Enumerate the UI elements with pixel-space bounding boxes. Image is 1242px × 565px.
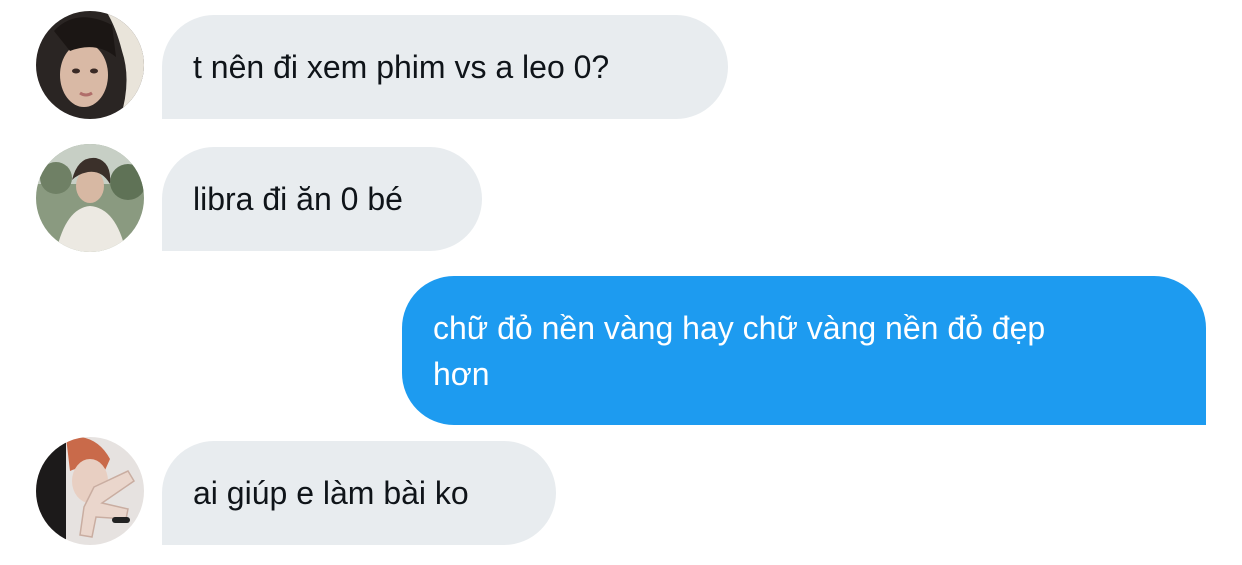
message-text: t nên đi xem phim vs a leo 0? bbox=[193, 49, 610, 85]
incoming-message-bubble[interactable]: libra đi ăn 0 bé bbox=[162, 147, 482, 251]
avatar-photo bbox=[36, 11, 144, 119]
message-text: ai giúp e làm bài ko bbox=[193, 475, 469, 511]
incoming-message-bubble[interactable]: ai giúp e làm bài ko bbox=[162, 441, 556, 545]
message-thread: t nên đi xem phim vs a leo 0? libra đi ă… bbox=[0, 0, 1242, 565]
message-text-line: hơn bbox=[433, 356, 490, 392]
outgoing-message-bubble[interactable]: chữ đỏ nền vàng hay chữ vàng nền đỏ đẹp … bbox=[402, 276, 1206, 425]
incoming-message-bubble[interactable]: t nên đi xem phim vs a leo 0? bbox=[162, 15, 728, 119]
avatar[interactable] bbox=[36, 437, 144, 545]
message-text: libra đi ăn 0 bé bbox=[193, 181, 403, 217]
message-text-line: chữ đỏ nền vàng hay chữ vàng nền đỏ đẹp bbox=[433, 310, 1046, 346]
avatar[interactable] bbox=[36, 11, 144, 119]
avatar-photo bbox=[36, 144, 144, 252]
avatar-photo bbox=[36, 437, 144, 545]
avatar[interactable] bbox=[36, 144, 144, 252]
